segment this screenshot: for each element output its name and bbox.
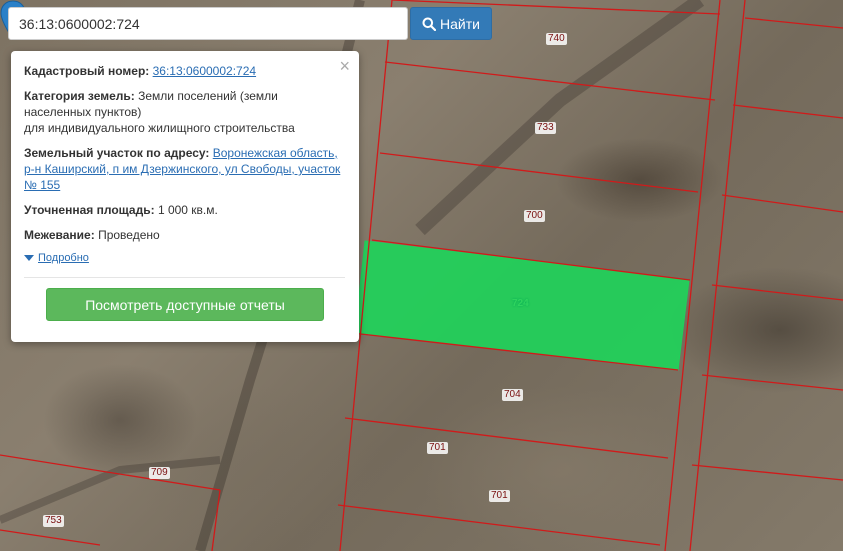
cadastral-number-label: Кадастровый номер:: [24, 64, 150, 78]
parcel-label: 701: [489, 490, 510, 502]
survey-row: Межевание: Проведено: [24, 227, 345, 243]
address-link[interactable]: Воронежская область,: [213, 146, 338, 160]
land-category-value: Земли поселений (земли: [138, 89, 278, 103]
cadastral-number-row: Кадастровый номер: 36:13:0600002:724: [24, 63, 345, 79]
view-reports-button[interactable]: Посмотреть доступные отчеты: [46, 288, 324, 321]
parcel-info-popup: × Кадастровый номер: 36:13:0600002:724 К…: [11, 51, 359, 342]
search-button-label: Найти: [440, 15, 480, 32]
land-category-value: для индивидуального жилищного строительс…: [24, 121, 295, 135]
survey-value: Проведено: [98, 228, 160, 242]
cadastral-number-link[interactable]: 36:13:0600002:724: [153, 64, 256, 78]
land-category-label: Категория земель:: [24, 89, 135, 103]
address-link[interactable]: № 155: [24, 178, 60, 192]
parcel-label: 700: [524, 210, 545, 222]
parcel-label: 740: [546, 33, 567, 45]
details-link[interactable]: Подробно: [38, 252, 89, 264]
parcel-label: 701: [427, 442, 448, 454]
address-row: Земельный участок по адресу: Воронежская…: [24, 145, 345, 193]
selected-parcel-label: 724: [512, 298, 529, 309]
land-category-value: населенных пунктов): [24, 105, 142, 119]
parcel-label: 704: [502, 389, 523, 401]
search-button[interactable]: Найти: [410, 7, 492, 40]
address-label: Земельный участок по адресу:: [24, 146, 210, 160]
area-label: Уточненная площадь:: [24, 203, 155, 217]
land-category-row: Категория земель: Земли поселений (земли…: [24, 88, 345, 136]
divider: [24, 277, 345, 278]
address-link[interactable]: р-н Каширский, п им Дзержинского, ул Сво…: [24, 162, 340, 176]
area-row: Уточненная площадь: 1 000 кв.м.: [24, 202, 345, 218]
search-input[interactable]: [8, 7, 408, 40]
caret-down-icon: [24, 255, 34, 261]
search-icon: [422, 17, 437, 31]
parcel-label: 733: [535, 122, 556, 134]
close-icon[interactable]: ×: [339, 57, 350, 75]
parcel-label: 753: [43, 515, 64, 527]
parcel-label: 709: [149, 467, 170, 479]
survey-label: Межевание:: [24, 228, 95, 242]
area-value: 1 000 кв.м.: [157, 203, 218, 217]
details-toggle[interactable]: Подробно: [24, 252, 345, 264]
